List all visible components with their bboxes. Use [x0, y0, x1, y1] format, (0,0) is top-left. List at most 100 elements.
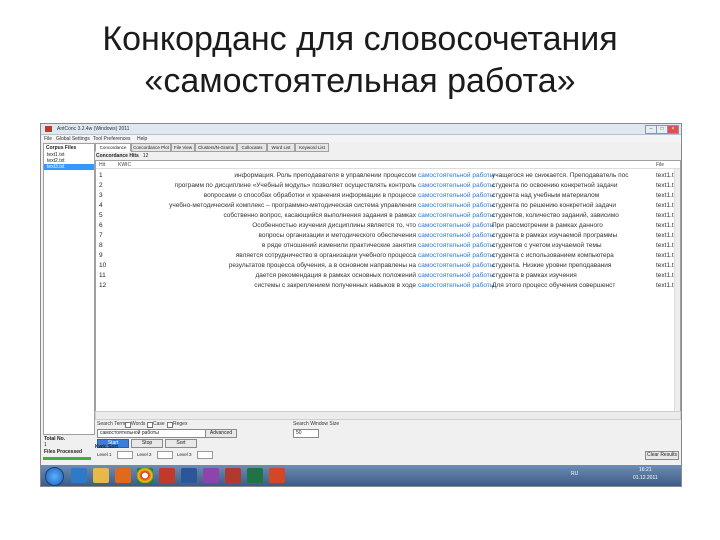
search-hit: самостоятельной работы: [418, 222, 495, 229]
kwic-column-header[interactable]: KWIC: [118, 162, 131, 168]
corpus-file-item-selected[interactable]: text3.txt: [44, 164, 94, 170]
corpus-files-label: Corpus Files: [46, 145, 77, 151]
clear-results-button[interactable]: Clear Results: [645, 451, 679, 460]
clock-date[interactable]: 01.12.2011: [633, 475, 658, 481]
vertical-scrollbar[interactable]: [674, 169, 680, 417]
tab-collocates[interactable]: Collocates: [237, 143, 267, 152]
table-row[interactable]: 5 собственно вопрос, касающийся выполнени…: [96, 211, 680, 221]
folder-icon[interactable]: [93, 468, 109, 483]
slide-title: Конкорданс для словосочетания «самостоят…: [0, 18, 720, 102]
level1-select[interactable]: [117, 451, 133, 459]
status-panel: Total No. 1 Files Processed: [43, 436, 93, 464]
antconc-icon[interactable]: [159, 468, 175, 483]
table-row[interactable]: 4 учебно-методический комплекс – программ…: [96, 201, 680, 211]
close-button[interactable]: ×: [667, 125, 679, 134]
left-context: является сотрудничество в организации уч…: [235, 252, 416, 259]
kwic-sort-row: Level 1 Level 2 Level 3: [95, 451, 679, 459]
left-context: Особенностью изучения дисциплины являетс…: [252, 222, 416, 229]
tab-concordance[interactable]: Concordance: [95, 143, 131, 152]
horizontal-scrollbar[interactable]: [95, 411, 681, 420]
search-window-label: Search Window Size: [293, 421, 340, 427]
window-titlebar: AntConc 3.2.4w (Windows) 2011 – □ ×: [41, 124, 681, 135]
kwic-results: Hit KWIC File 1 информация. Роль преподав…: [95, 160, 681, 420]
stop-button[interactable]: Stop: [131, 439, 163, 448]
chrome-icon[interactable]: [137, 468, 153, 483]
search-hit: самостоятельной работы: [418, 232, 495, 239]
table-row[interactable]: 7 вопросы организации и методического обе…: [96, 231, 680, 241]
level2-select[interactable]: [157, 451, 173, 459]
tab-keyword-list[interactable]: Keyword List: [295, 143, 329, 152]
powerpoint-icon[interactable]: [269, 468, 285, 483]
search-hit: самостоятельной работы: [418, 182, 495, 189]
slide-title-line2: «самостоятельная работа»: [144, 62, 576, 100]
menu-file[interactable]: File: [44, 136, 52, 142]
level2-label: Level 2: [137, 452, 152, 457]
left-context: системы с закреплением полученных навыко…: [254, 282, 416, 289]
hit-column-header[interactable]: Hit: [99, 162, 105, 168]
search-hit: самостоятельной работы: [418, 262, 495, 269]
tab-clusters[interactable]: Clusters/N-Grams: [195, 143, 237, 152]
search-term-label: Search Term: [97, 421, 126, 427]
row-number: 1: [99, 172, 103, 179]
row-number: 8: [99, 242, 103, 249]
search-hit: самостоятельной работы: [418, 192, 495, 199]
left-context: вопросы организации и методического обес…: [258, 232, 416, 239]
paint-icon[interactable]: [203, 468, 219, 483]
media-player-icon[interactable]: [115, 468, 131, 483]
right-context: студентов с учетом изучаемой темы: [492, 242, 602, 249]
table-row[interactable]: 9 является сотрудничество в организации у…: [96, 251, 680, 261]
row-number: 11: [99, 272, 106, 279]
search-hit: самостоятельной работы: [418, 272, 495, 279]
word-icon[interactable]: [181, 468, 197, 483]
row-number: 2: [99, 182, 103, 189]
start-orb-icon[interactable]: [45, 467, 64, 486]
row-number: 3: [99, 192, 103, 199]
level3-label: Level 3: [177, 452, 192, 457]
files-processed-label: Files Processed: [44, 449, 83, 455]
tab-concordance-plot[interactable]: Concordance Plot: [131, 143, 171, 152]
concordance-hits-value: 12: [142, 153, 149, 159]
ie-icon[interactable]: [71, 468, 87, 483]
table-row[interactable]: 2 программ по дисциплине «Учебный модуль»…: [96, 181, 680, 191]
row-number: 10: [99, 262, 107, 269]
right-context: При рассмотрении в рамках данного: [492, 222, 603, 229]
right-context: студента. Низкие уровни преподавания: [492, 262, 612, 269]
search-window-stepper[interactable]: 50: [293, 429, 319, 438]
menu-tool-preferences[interactable]: Tool Preferences: [93, 136, 131, 142]
level3-select[interactable]: [197, 451, 213, 459]
excel-icon[interactable]: [247, 468, 263, 483]
clock-time[interactable]: 16:21: [639, 467, 652, 473]
table-row[interactable]: 12 системы с закреплением полученных навы…: [96, 281, 680, 291]
antconc-window: AntConc 3.2.4w (Windows) 2011 – □ × File…: [40, 123, 682, 487]
total-label: Total No.: [44, 436, 66, 442]
right-context: студента по решению конкретной задачи: [492, 202, 617, 209]
tab-file-view[interactable]: File View: [171, 143, 195, 152]
tab-word-list[interactable]: Word List: [267, 143, 295, 152]
advanced-button[interactable]: Advanced: [205, 429, 237, 438]
table-row[interactable]: 11 дается рекомендация в рамках основных …: [96, 271, 680, 281]
right-context: Для этого процесс обучения совершенст: [492, 282, 616, 289]
table-row[interactable]: 10 результатов процесса обучения, а в осн…: [96, 261, 680, 271]
language-indicator[interactable]: RU: [571, 471, 578, 477]
search-hit: самостоятельной работы: [418, 242, 495, 249]
row-number: 12: [99, 282, 107, 289]
right-context: учащегося не снижается. Преподаватель по…: [492, 172, 629, 179]
table-row[interactable]: 6 Особенностью изучения дисциплины являет…: [96, 221, 680, 231]
table-row[interactable]: 8 в ряде отношений изменили практические …: [96, 241, 680, 251]
slide-title-line1: Конкорданс для словосочетания: [102, 20, 618, 58]
table-row[interactable]: 3 вопросами о способах обработки и хранен…: [96, 191, 680, 201]
table-row[interactable]: 1 информация. Роль преподавателя в управл…: [96, 171, 680, 181]
concordance-hits-label: Concordance Hits: [96, 153, 139, 159]
search-hit: самостоятельной работы: [418, 252, 495, 259]
menu-global-settings[interactable]: Global Settings: [56, 136, 90, 142]
search-input[interactable]: самостоятельной работы: [97, 429, 206, 438]
menu-help[interactable]: Help: [137, 136, 147, 142]
search-hit: самостоятельной работы: [418, 172, 495, 179]
sort-button[interactable]: Sort: [165, 439, 197, 448]
file-column-header[interactable]: File: [656, 162, 664, 168]
right-context: студента в рамках изучения: [492, 272, 577, 279]
right-context: студента с использованием компьютера: [492, 252, 614, 259]
left-context: информация. Роль преподавателя в управле…: [234, 172, 416, 179]
left-context: программ по дисциплине «Учебный модуль» …: [174, 182, 416, 189]
pdf-icon[interactable]: [225, 468, 241, 483]
